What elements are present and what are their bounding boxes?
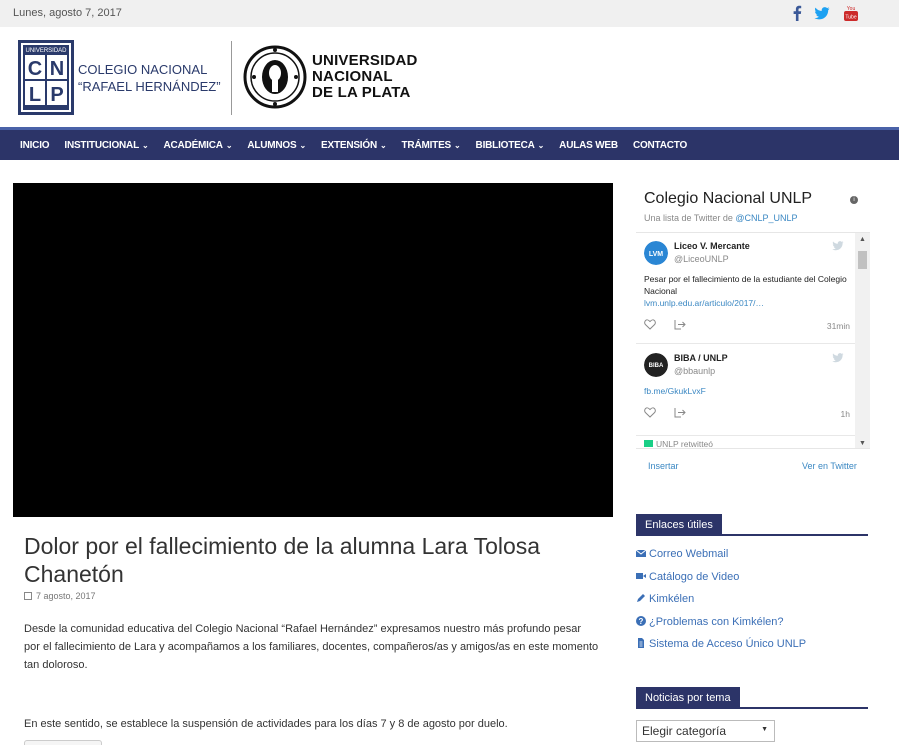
article-paragraph: Desde la comunidad educativa del Colegio…	[24, 623, 599, 671]
video-player[interactable]	[13, 183, 613, 517]
facebook-icon[interactable]	[789, 4, 805, 22]
retweet-label: UNLP retwitteó	[644, 439, 713, 448]
header-divider	[231, 41, 232, 115]
link-kimkelen-help[interactable]: ? ¿Problemas con Kimkélen?	[636, 615, 806, 639]
svg-text:UNIVERSIDAD: UNIVERSIDAD	[25, 48, 67, 54]
chevron-down-icon: ⌄	[537, 140, 545, 150]
timeline-subtitle: Una lista de Twitter de @CNLP_UNLP	[644, 213, 798, 223]
tweet-text: fb.me/GkukLvxF	[644, 385, 849, 397]
tweet-link[interactable]: fb.me/GkukLvxF	[644, 386, 706, 396]
unlp-name: UNIVERSIDAD NACIONAL DE LA PLATA	[312, 52, 418, 101]
twitter-icon[interactable]	[814, 4, 830, 22]
tweet-list: LVM Liceo V. Mercante @LiceoUNLP Pesar p…	[636, 232, 870, 449]
tweet-author[interactable]: BIBA / UNLP	[674, 353, 728, 363]
nav-item-contacto[interactable]: CONTACTO	[633, 140, 687, 151]
scroll-down-arrow[interactable]: ▼	[859, 440, 866, 447]
tweet[interactable]: LVM Liceo V. Mercante @LiceoUNLP Pesar p…	[636, 233, 856, 344]
nav-list: INICIO INSTITUCIONAL ⌄ ACADÉMICA ⌄ ALUMNOS ⌄ EX…	[0, 130, 899, 160]
tweet[interactable]: BIBA BIBA / UNLP @bbaunlp fb.me/GkukLvxF…	[636, 345, 856, 436]
retweet-icon	[644, 440, 653, 447]
top-bar: Lunes, agosto 7, 2017 You Tube	[0, 0, 899, 27]
nav-item-trámites[interactable]: TRÁMITES ⌄	[402, 140, 461, 151]
twitter-bird-icon[interactable]	[832, 353, 844, 363]
heart-icon[interactable]	[644, 319, 656, 330]
view-on-twitter-link[interactable]: Ver en Twitter	[802, 461, 857, 471]
avatar[interactable]: LVM	[644, 241, 668, 265]
video-camera-icon	[636, 572, 646, 579]
category-select[interactable]: Elegir categoría ▼	[636, 720, 775, 742]
timeline-scrollbar[interactable]: ▲ ▼	[855, 233, 870, 448]
share-icon[interactable]	[674, 407, 686, 418]
embed-link[interactable]: Insertar	[648, 461, 679, 471]
chevron-down-icon: ▼	[761, 726, 768, 733]
main-nav: INICIO INSTITUCIONAL ⌄ ACADÉMICA ⌄ ALUMNOS ⌄ EX…	[0, 130, 899, 160]
youtube-icon[interactable]: You Tube	[843, 4, 859, 22]
tweet[interactable]: UNLP retwitteó	[636, 437, 856, 448]
pencil-icon	[637, 594, 645, 602]
current-date: Lunes, agosto 7, 2017	[13, 7, 122, 19]
link-sso-unlp[interactable]: Sistema de Acceso Único UNLP	[636, 638, 806, 661]
tweet-handle[interactable]: @LiceoUNLP	[674, 254, 729, 264]
svg-text:?: ?	[639, 617, 644, 626]
nav-item-extensión[interactable]: EXTENSIÓN ⌄	[321, 140, 387, 151]
article-paragraph: En este sentido, se establece la suspens…	[24, 718, 508, 730]
tweet-text: Pesar por el fallecimiento de la estudia…	[644, 274, 847, 308]
svg-text:LVM: LVM	[649, 251, 663, 258]
nav-item-institucional[interactable]: INSTITUCIONAL ⌄	[64, 140, 148, 151]
svg-text:P: P	[50, 84, 63, 106]
nav-item-inicio[interactable]: INICIO	[20, 140, 50, 151]
chevron-down-icon: ⌄	[454, 140, 461, 150]
link-video-catalog[interactable]: Catálogo de Video	[636, 571, 806, 594]
avatar[interactable]: BIBA	[644, 353, 668, 377]
scroll-thumb[interactable]	[858, 251, 867, 269]
svg-text:N: N	[50, 58, 64, 80]
info-icon[interactable]: i	[850, 196, 858, 204]
svg-text:L: L	[29, 84, 41, 106]
nav-item-académica[interactable]: ACADÉMICA ⌄	[164, 140, 233, 151]
chevron-down-icon: ⌄	[380, 140, 387, 150]
calendar-icon	[24, 592, 32, 600]
svg-text:Tube: Tube	[845, 15, 856, 21]
chevron-down-icon: ⌄	[299, 140, 306, 150]
link-kimkelen[interactable]: Kimkélen	[636, 593, 806, 616]
share-icon[interactable]	[674, 319, 686, 330]
useful-links-heading: Enlaces útiles	[636, 514, 868, 536]
tweet-author[interactable]: Liceo V. Mercante	[674, 241, 750, 251]
nav-item-biblioteca[interactable]: BIBLIOTECA ⌄	[476, 140, 545, 151]
heart-icon[interactable]	[644, 407, 656, 418]
tweet-link[interactable]: lvm.unlp.edu.ar/articulo/2017/…	[644, 298, 764, 308]
article-date: 7 agosto, 2017	[24, 591, 96, 601]
twitter-bird-icon[interactable]	[832, 241, 844, 251]
tweet-time[interactable]: 31min	[827, 321, 850, 331]
svg-text:C: C	[28, 58, 42, 80]
svg-text:BIBA: BIBA	[649, 363, 664, 369]
site-header: UNIVERSIDAD C N L P COLEGIO NACIONAL “RA…	[0, 27, 899, 127]
link-webmail[interactable]: Correo Webmail	[636, 548, 806, 571]
news-by-topic-heading: Noticias por tema	[636, 687, 868, 709]
question-circle-icon: ?	[636, 615, 646, 626]
cnlp-logo[interactable]: UNIVERSIDAD C N L P	[18, 40, 74, 115]
useful-links-list: Correo Webmail Catálogo de Video Kimkéle…	[636, 548, 806, 661]
share-button[interactable]	[24, 740, 102, 745]
twitter-timeline: Colegio Nacional UNLP i Una lista de Twi…	[636, 182, 870, 477]
tweet-time[interactable]: 1h	[841, 409, 850, 419]
school-name: COLEGIO NACIONAL “RAFAEL HERNÁNDEZ”	[78, 62, 221, 94]
document-icon	[638, 638, 644, 648]
scroll-up-arrow[interactable]: ▲	[859, 236, 866, 243]
nav-item-aulas-web[interactable]: AULAS WEB	[559, 140, 618, 151]
tweet-handle[interactable]: @bbaunlp	[674, 366, 715, 376]
article-title[interactable]: Dolor por el fallecimiento de la alumna …	[24, 532, 594, 588]
chevron-down-icon: ⌄	[225, 140, 233, 150]
timeline-title[interactable]: Colegio Nacional UNLP	[644, 190, 812, 208]
unlp-seal-icon[interactable]	[243, 40, 307, 115]
chevron-down-icon: ⌄	[141, 140, 149, 150]
envelope-icon	[636, 549, 646, 557]
nav-item-alumnos[interactable]: ALUMNOS ⌄	[247, 140, 306, 151]
svg-text:You: You	[847, 6, 856, 12]
